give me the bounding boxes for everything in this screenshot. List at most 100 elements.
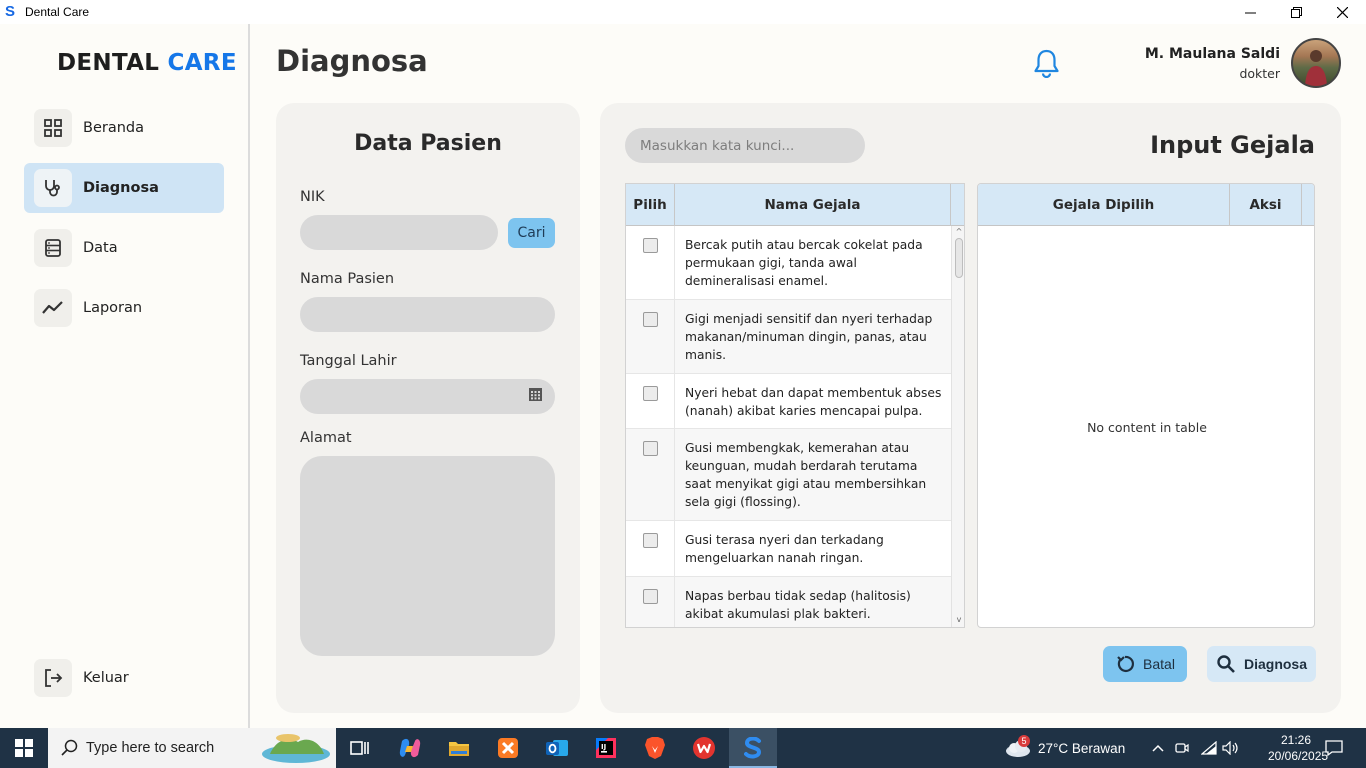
logo-text-care: CARE [167,50,237,76]
patient-name-label: Nama Pasien [300,271,395,287]
calendar-icon[interactable] [528,387,543,406]
table-row[interactable]: Gigi menjadi sensitif dan nyeri terhadap… [626,300,951,374]
taskbar-search-box[interactable]: Type here to search [48,728,336,768]
symptom-text: Gigi menjadi sensitif dan nyeri terhadap… [685,312,933,362]
grid-icon [34,109,72,147]
sidebar-item-label: Laporan [83,300,143,316]
dob-field[interactable] [300,379,555,414]
trend-chart-icon [34,289,72,327]
window-title: Dental Care [25,5,90,19]
show-hidden-icons-button[interactable] [1148,728,1168,768]
patient-name-field[interactable] [300,297,555,332]
sidebar-divider [248,24,250,728]
search-patient-button[interactable]: Cari [508,218,555,248]
taskbar-app-outlook[interactable] [533,728,581,768]
stethoscope-icon [34,169,72,207]
taskbar-app-intellij[interactable]: IJ [582,728,630,768]
minimize-icon [1244,12,1256,13]
start-button[interactable] [0,728,48,768]
taskbar-search-text: Type here to search [86,740,215,756]
symptom-checkbox[interactable] [642,589,658,604]
close-button[interactable] [1319,0,1365,24]
taskbar-app-wps[interactable] [680,728,728,768]
camera-icon [1175,743,1189,753]
svg-text:IJ: IJ [601,743,606,751]
table-row[interactable]: Napas berbau tidak sedap (halitosis) aki… [626,577,951,627]
column-header-filler [1302,184,1314,226]
notification-bell-icon[interactable] [1033,48,1060,82]
table-row[interactable]: Nyeri hebat dan dapat membentuk abses (n… [626,374,951,429]
symptom-search-input[interactable] [625,128,865,163]
symptom-checkbox[interactable] [642,533,658,548]
taskbar-app-file-explorer[interactable] [435,728,483,768]
logout-icon [34,659,72,697]
app-logo: DENTAL CARE [57,50,237,76]
patient-card-title: Data Pasien [354,131,502,156]
taskbar-clock[interactable]: 21:26 20/06/2025 [1268,732,1329,764]
meet-now-button[interactable] [1172,728,1192,768]
clock-date: 20/06/2025 [1268,749,1329,763]
page-title: Diagnosa [276,44,428,78]
scrollbar-thumb[interactable] [955,238,963,278]
sidebar-item-beranda[interactable]: Beranda [24,103,224,153]
outlook-icon [546,740,568,756]
volume-button[interactable] [1220,728,1242,768]
intellij-icon: IJ [596,738,616,758]
task-view-button[interactable] [336,728,384,768]
table-row[interactable]: Gusi terasa nyeri dan terkadang mengelua… [626,521,951,577]
dob-label: Tanggal Lahir [300,353,397,369]
address-label: Alamat [300,430,352,446]
notification-center-button[interactable] [1322,728,1346,768]
task-view-icon [350,741,369,755]
logout-button[interactable]: Keluar [24,653,224,703]
window-titlebar: S Dental Care [0,0,1366,24]
table-row[interactable]: Bercak putih atau bercak cokelat pada pe… [626,226,951,300]
diagnose-button[interactable]: Diagnosa [1207,646,1316,682]
column-header-action[interactable]: Aksi [1230,184,1302,226]
weather-text: 27°C Berawan [1038,740,1126,756]
scroll-down-icon[interactable]: v [954,616,964,624]
sidebar-item-label: Data [83,240,118,256]
sidebar-item-label: Beranda [83,120,144,136]
symptom-checkbox[interactable] [642,441,658,456]
windows-logo-icon [15,739,33,757]
taskbar-app-copilot[interactable] [386,728,434,768]
symptom-checkbox[interactable] [642,312,658,327]
column-header-selected[interactable]: Gejala Dipilih [978,184,1230,226]
selected-table-header: Gejala Dipilih Aksi [978,184,1314,226]
column-header-pick[interactable]: Pilih [626,184,675,226]
sidebar-item-diagnosa[interactable]: Diagnosa [24,163,224,213]
minimize-button[interactable] [1227,0,1273,24]
symptom-table: Pilih Nama Gejala Bercak putih atau berc… [625,183,965,628]
column-header-symptom-name[interactable]: Nama Gejala [675,184,951,226]
cancel-button[interactable]: Batal [1103,646,1187,682]
symptom-table-header: Pilih Nama Gejala [626,184,964,226]
address-field[interactable] [300,456,555,656]
avatar[interactable] [1291,38,1341,88]
taskbar-app-dental-care[interactable] [729,728,777,768]
maximize-button[interactable] [1273,0,1319,24]
taskbar-app-brave[interactable] [631,728,679,768]
scroll-up-icon[interactable]: ^ [954,228,964,236]
wps-icon [693,737,715,759]
nik-field[interactable] [300,215,498,250]
nik-label: NIK [300,189,325,205]
symptom-checkbox[interactable] [642,238,658,253]
search-highlight-illustration-icon [262,734,330,763]
empty-table-message: No content in table [1087,420,1207,435]
diagnose-button-label: Diagnosa [1243,656,1307,672]
symptom-text: Gusi terasa nyeri dan terkadang mengelua… [685,533,884,565]
sidebar-item-data[interactable]: Data [24,223,224,273]
speaker-icon [1222,741,1238,755]
symptom-text: Nyeri hebat dan dapat membentuk abses (n… [685,386,942,418]
taskbar-app-xampp[interactable] [484,728,532,768]
folder-icon [449,742,469,756]
table-row[interactable]: Gusi membengkak, kemerahan atau keunguan… [626,429,951,521]
network-button[interactable] [1198,728,1220,768]
user-name: M. Maulana Saldi [1144,46,1280,62]
sidebar-item-laporan[interactable]: Laporan [24,283,224,333]
symptom-checkbox[interactable] [642,386,658,401]
symptom-text: Napas berbau tidak sedap (halitosis) aki… [685,589,911,621]
weather-widget[interactable]: 5 27°C Berawan [1004,728,1125,768]
symptom-table-scrollbar[interactable]: ^ v [951,226,964,627]
